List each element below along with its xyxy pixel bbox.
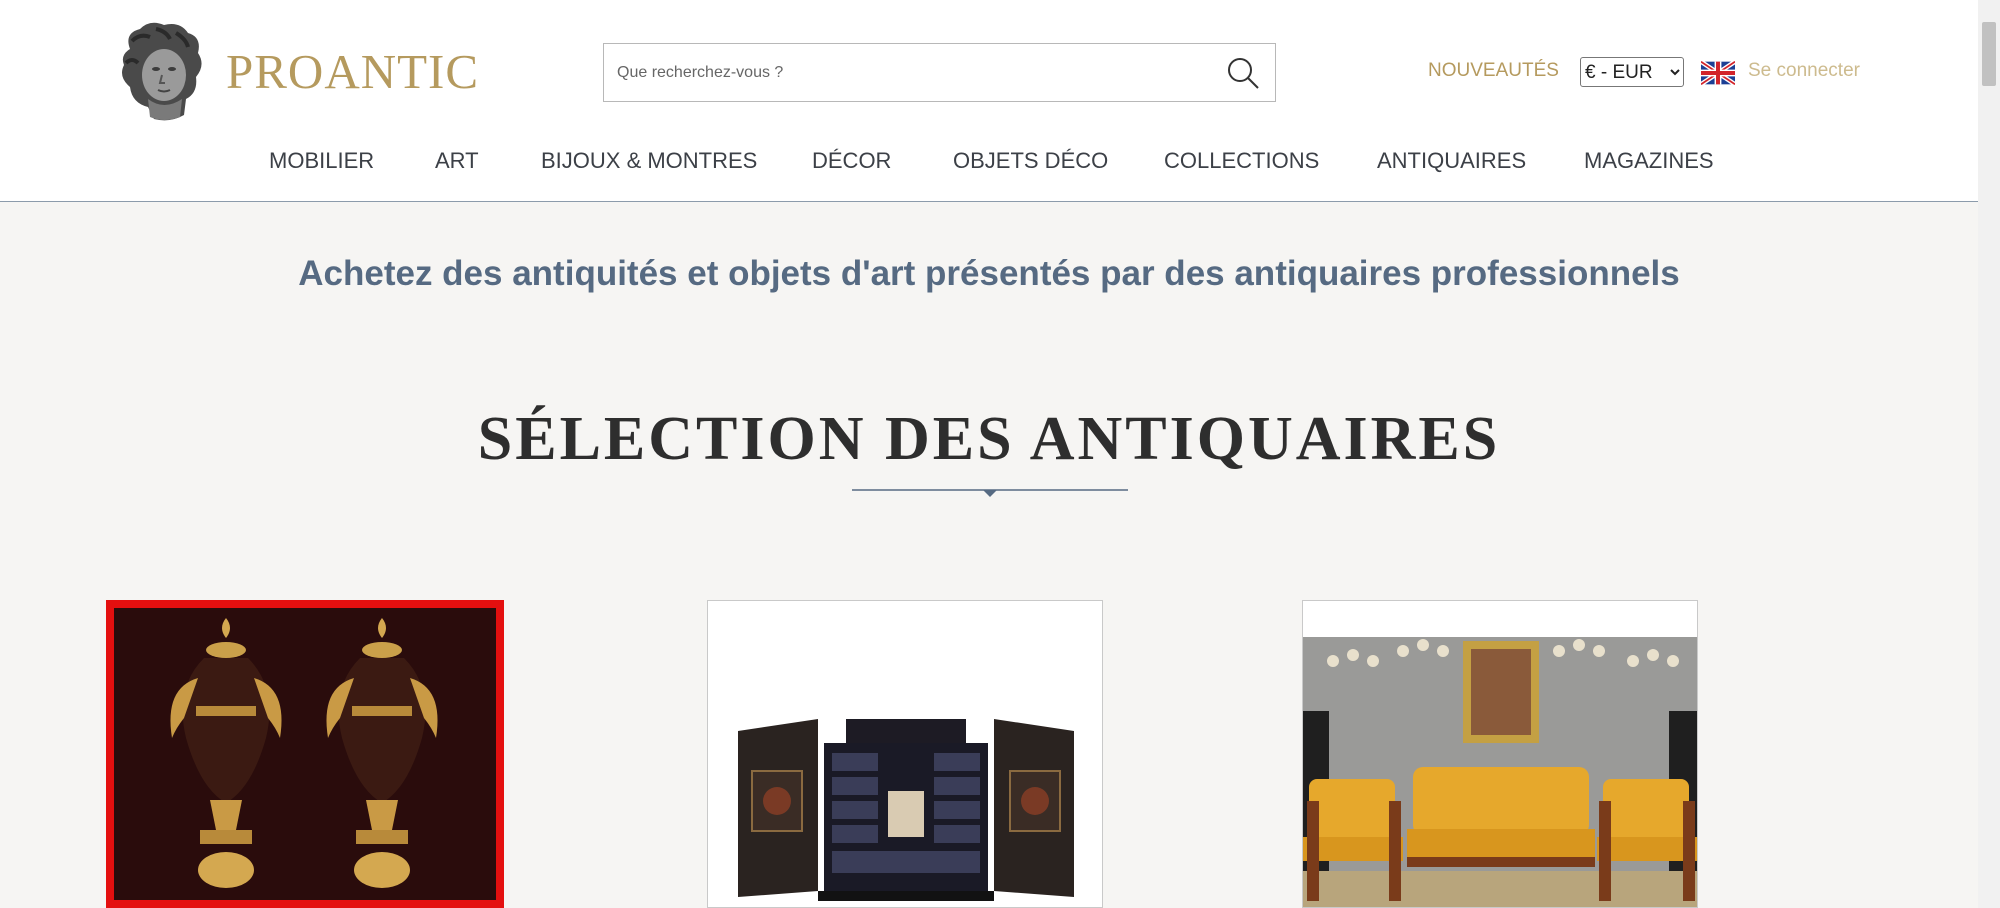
- brand-name: PROANTIC: [226, 43, 480, 99]
- nav-item-mobilier[interactable]: MOBILIER: [269, 148, 374, 174]
- product-card-salon[interactable]: [1302, 600, 1698, 908]
- main-nav: MOBILIER ART BIJOUX & MONTRES DÉCOR OBJE…: [0, 148, 1978, 180]
- search-button[interactable]: [1211, 44, 1275, 101]
- product-image: [708, 601, 1102, 907]
- nav-item-antiquaires[interactable]: ANTIQUAIRES: [1377, 148, 1526, 174]
- currency-select[interactable]: € - EUR: [1580, 57, 1684, 87]
- search-icon: [1228, 57, 1259, 89]
- nav-item-collections[interactable]: COLLECTIONS: [1164, 148, 1319, 174]
- section-title: SÉLECTION DES ANTIQUAIRES: [477, 405, 1501, 473]
- section-divider: [852, 489, 1128, 497]
- search-input[interactable]: [604, 44, 1211, 101]
- page-tagline: Achetez des antiquités et objets d'art p…: [298, 254, 1680, 293]
- page-scrollbar[interactable]: [1978, 0, 2000, 908]
- scrollbar-thumb[interactable]: [1982, 22, 1996, 86]
- uk-flag-icon[interactable]: [1701, 61, 1735, 85]
- product-image: [1303, 601, 1697, 907]
- nav-item-art[interactable]: ART: [435, 148, 479, 174]
- site-logo[interactable]: PROANTIC: [110, 18, 479, 124]
- cherub-bust-icon: [122, 22, 202, 121]
- nav-item-decor[interactable]: DÉCOR: [812, 148, 891, 174]
- search-bar: [603, 43, 1276, 102]
- nav-item-magazines[interactable]: MAGAZINES: [1584, 148, 1714, 174]
- new-arrivals-link[interactable]: NOUVEAUTÉS: [1428, 60, 1559, 82]
- product-card-vases[interactable]: [106, 600, 504, 908]
- nav-item-bijoux-montres[interactable]: BIJOUX & MONTRES: [541, 148, 757, 174]
- product-image: [114, 608, 496, 900]
- site-header: PROANTIC NOUVEAUTÉS € - EUR Se connecter…: [0, 0, 1978, 202]
- product-card-cabinet[interactable]: [707, 600, 1103, 908]
- nav-item-objets-deco[interactable]: OBJETS DÉCO: [953, 148, 1108, 174]
- login-link[interactable]: Se connecter: [1748, 60, 1860, 82]
- sofa: [1407, 767, 1595, 867]
